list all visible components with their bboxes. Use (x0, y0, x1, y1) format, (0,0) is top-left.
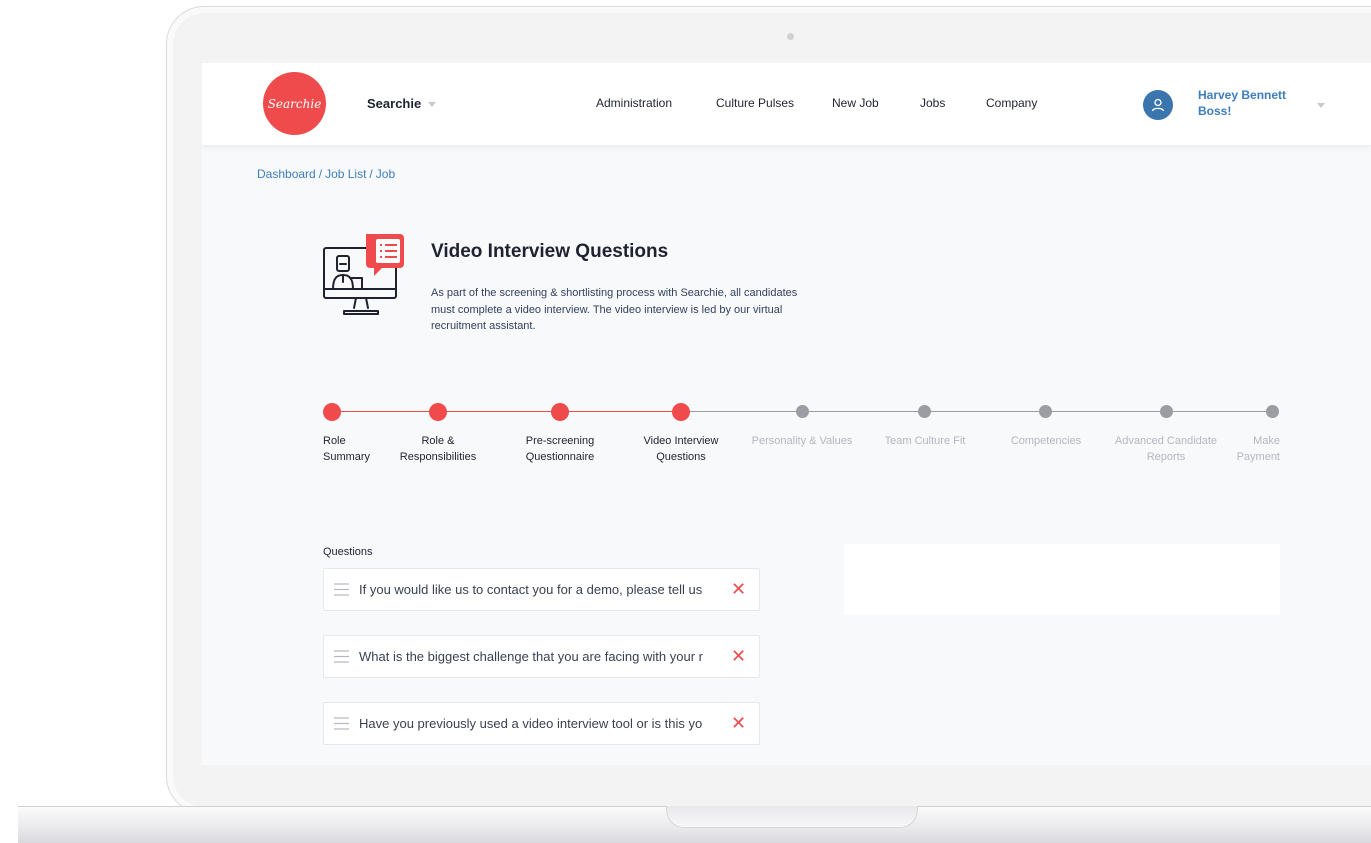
question-card[interactable]: If you would like us to contact you for … (323, 568, 760, 611)
breadcrumb-job[interactable]: Job (376, 167, 395, 181)
nav-culture-pulses[interactable]: Culture Pulses (716, 96, 794, 110)
drag-handle-icon[interactable] (334, 717, 349, 730)
nav-administration[interactable]: Administration (596, 96, 672, 110)
searchie-logo[interactable]: Searchie (263, 72, 326, 135)
question-preview-panel (844, 544, 1280, 615)
drag-handle-icon[interactable] (334, 650, 349, 663)
chevron-down-icon[interactable] (1317, 103, 1325, 108)
workspace-switcher[interactable]: Searchie (367, 96, 437, 111)
video-interview-illustration (323, 234, 404, 315)
step-label-make-payment[interactable]: Make Payment (1226, 433, 1280, 465)
question-card[interactable]: Have you previously used a video intervi… (323, 702, 760, 745)
workspace-name: Searchie (367, 96, 422, 111)
step-dot-personality-values[interactable] (796, 405, 809, 418)
step-dot-pre-screening[interactable] (551, 403, 569, 421)
nav-new-job[interactable]: New Job (832, 96, 879, 110)
laptop-notch (666, 806, 918, 828)
step-dot-role-summary[interactable] (323, 403, 341, 421)
questions-heading: Questions (323, 546, 373, 558)
top-navigation-bar: Searchie Searchie Administration Culture… (202, 63, 1371, 145)
user-role: Boss! (1198, 104, 1232, 118)
breadcrumb-job-list[interactable]: Job List (325, 167, 366, 181)
page-description: As part of the screening & shortlisting … (431, 287, 798, 332)
drag-handle-icon[interactable] (334, 583, 349, 596)
step-label-advanced-reports[interactable]: Advanced Candidate Reports (1106, 433, 1226, 465)
step-label-pre-screening[interactable]: Pre-screening Questionnaire (510, 433, 610, 465)
close-icon[interactable]: ✕ (731, 647, 746, 665)
user-name[interactable]: Harvey Bennett (1198, 88, 1286, 102)
close-icon[interactable]: ✕ (731, 580, 746, 598)
question-card[interactable]: What is the biggest challenge that you a… (323, 635, 760, 678)
breadcrumb: Dashboard / Job List / Job (257, 167, 395, 181)
step-dot-make-payment[interactable] (1266, 405, 1279, 418)
question-text[interactable]: Have you previously used a video intervi… (359, 716, 726, 731)
step-label-role-responsibilities[interactable]: Role & Responsibilities (388, 433, 488, 465)
page-title: Video Interview Questions (431, 241, 669, 262)
step-label-personality-values[interactable]: Personality & Values (742, 433, 862, 449)
step-dot-role-responsibilities[interactable] (429, 403, 447, 421)
logo-text: Searchie (267, 96, 322, 111)
step-dot-advanced-reports[interactable] (1160, 405, 1173, 418)
app-screen: Searchie Searchie Administration Culture… (202, 63, 1371, 765)
step-label-competencies[interactable]: Competencies (991, 433, 1101, 449)
nav-company[interactable]: Company (986, 96, 1037, 110)
chevron-down-icon (428, 102, 437, 107)
step-dot-video-interview[interactable] (672, 403, 690, 421)
stepper-progress-line (332, 411, 681, 412)
breadcrumb-separator: / (369, 167, 373, 181)
breadcrumb-separator: / (318, 167, 323, 181)
user-avatar[interactable] (1143, 90, 1173, 120)
step-label-video-interview[interactable]: Video Interview Questions (626, 433, 736, 465)
nav-jobs[interactable]: Jobs (920, 96, 945, 110)
step-dot-team-culture-fit[interactable] (918, 405, 931, 418)
close-icon[interactable]: ✕ (731, 714, 746, 732)
user-icon (1151, 98, 1165, 112)
question-text[interactable]: If you would like us to contact you for … (359, 582, 726, 597)
step-label-team-culture-fit[interactable]: Team Culture Fit (870, 433, 980, 449)
stepper-remaining-line (681, 411, 1273, 412)
laptop-camera (787, 33, 794, 40)
question-text[interactable]: What is the biggest challenge that you a… (359, 649, 726, 664)
breadcrumb-dashboard[interactable]: Dashboard (257, 167, 316, 181)
step-label-role-summary[interactable]: Role Summary (323, 433, 370, 465)
step-dot-competencies[interactable] (1039, 405, 1052, 418)
